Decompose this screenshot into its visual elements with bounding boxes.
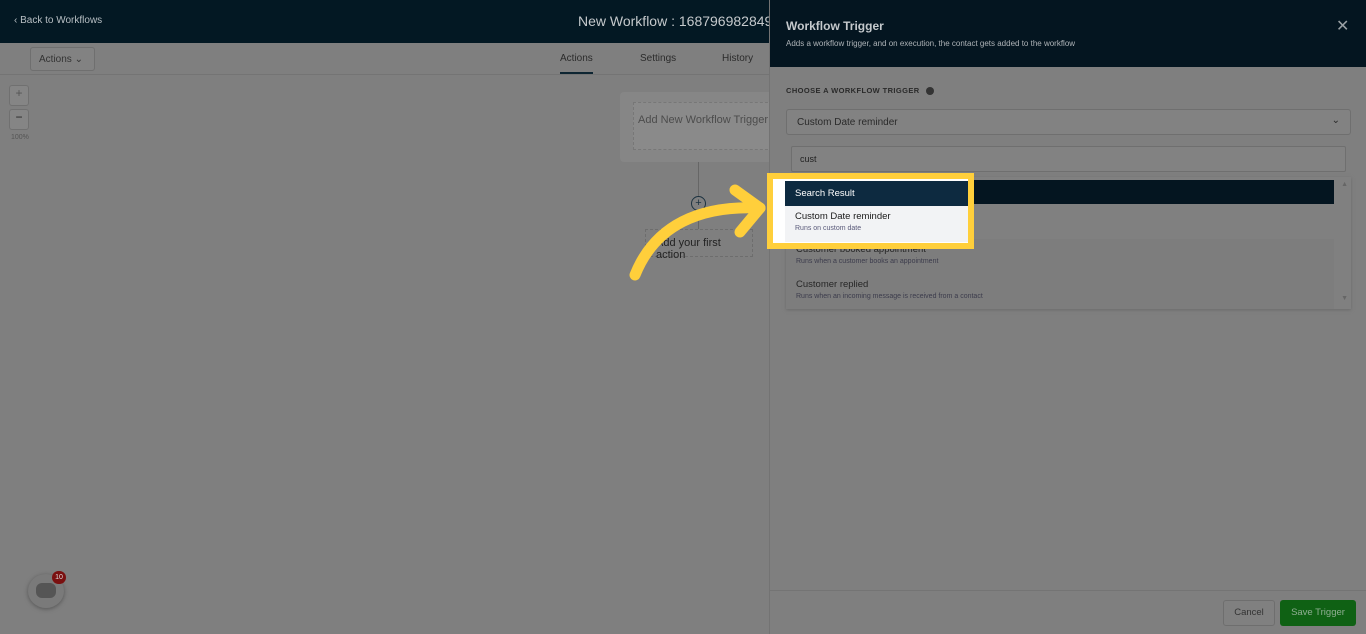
panel-header: Workflow Trigger Adds a workflow trigger… <box>770 0 1366 67</box>
info-icon[interactable] <box>925 87 934 96</box>
chevron-down-icon: ⌄ <box>74 54 83 65</box>
actions-label: Actions <box>39 54 72 65</box>
chat-badge: 10 <box>52 571 66 584</box>
back-to-workflows-link[interactable]: ‹ Back to Workflows <box>14 15 102 26</box>
chat-icon <box>36 583 56 598</box>
panel-footer: Cancel Save Trigger <box>770 590 1366 634</box>
option-title: Customer replied <box>796 279 869 290</box>
highlight-box: Search Result Custom Date reminder Runs … <box>767 173 974 249</box>
chevron-down-icon: ⌄ <box>1331 115 1340 126</box>
tab-actions[interactable]: Actions <box>560 53 593 74</box>
option-subtitle: Runs when an incoming message is receive… <box>796 293 983 300</box>
search-result-header: Search Result <box>785 181 968 206</box>
tab-settings[interactable]: Settings <box>640 53 676 64</box>
close-icon[interactable]: ✕ <box>1336 16 1349 36</box>
option-subtitle: Runs when a customer books an appointmen… <box>796 258 939 265</box>
add-trigger-button[interactable]: Add New Workflow Trigger <box>633 102 773 150</box>
actions-dropdown[interactable]: Actions ⌄ <box>30 47 95 71</box>
panel-title: Workflow Trigger <box>786 19 884 33</box>
tab-history[interactable]: History <box>722 53 753 64</box>
toolbar: Actions ⌄ Actions Settings History <box>0 43 769 75</box>
scroll-up-icon[interactable]: ▲ <box>1341 181 1348 188</box>
option-subtitle: Runs on custom date <box>795 225 862 232</box>
cancel-button[interactable]: Cancel <box>1223 600 1275 626</box>
trigger-select[interactable]: Custom Date reminder ⌄ <box>786 109 1351 135</box>
workflow-trigger-panel: Workflow Trigger Adds a workflow trigger… <box>769 0 1366 634</box>
save-trigger-button[interactable]: Save Trigger <box>1280 600 1356 626</box>
back-label: Back to Workflows <box>20 15 103 26</box>
list-item[interactable]: Customer replied Runs when an incoming me… <box>786 274 1334 309</box>
selected-value: Custom Date reminder <box>797 117 898 128</box>
zoom-level: 100% <box>11 134 29 141</box>
pointer-arrow-icon <box>629 184 766 281</box>
trigger-search-input[interactable]: cust <box>791 146 1346 172</box>
field-label-text: CHOOSE A WORKFLOW TRIGGER <box>786 86 920 95</box>
option-title: Custom Date reminder <box>795 211 891 222</box>
zoom-in-button[interactable]: + <box>9 85 29 106</box>
field-label: CHOOSE A WORKFLOW TRIGGER <box>786 86 934 96</box>
option-custom-date-reminder[interactable]: Custom Date reminder Runs on custom date <box>785 206 968 242</box>
zoom-out-button[interactable]: − <box>9 109 29 130</box>
scroll-down-icon[interactable]: ▼ <box>1341 295 1348 302</box>
panel-description: Adds a workflow trigger, and on executio… <box>786 39 1076 48</box>
workflow-title: New Workflow : 1687969828496 <box>578 13 781 29</box>
